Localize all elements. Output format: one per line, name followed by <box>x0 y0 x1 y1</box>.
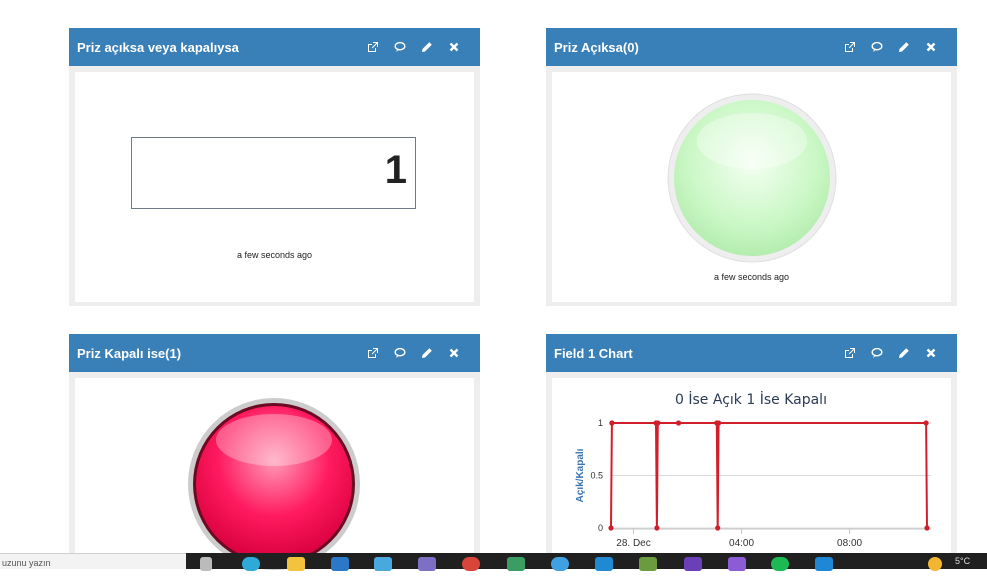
external-link-icon[interactable] <box>364 345 381 362</box>
x-tick-label: 08:00 <box>837 538 862 549</box>
widget-tools <box>364 39 462 56</box>
y-tick-label: 0.5 <box>590 471 603 481</box>
widget-body <box>75 378 474 570</box>
pencil-icon[interactable] <box>418 39 435 56</box>
y-axis-label: Açık/Kapalı <box>575 448 586 502</box>
data-point <box>609 420 615 426</box>
widget-lamp-closed: Priz Kapalı ise(1) <box>69 334 480 570</box>
close-icon[interactable] <box>445 39 462 56</box>
comment-icon[interactable] <box>391 345 408 362</box>
timestamp: a few seconds ago <box>236 250 313 260</box>
data-point <box>715 420 722 426</box>
widget-display: Priz açıksa veya kapalıysa 1 a few secon… <box>69 28 480 306</box>
lamp-indicator <box>667 93 837 263</box>
widget-header: Priz Kapalı ise(1) <box>69 334 480 372</box>
chart-title: 0 İse Açık 1 İse Kapalı <box>675 390 827 408</box>
close-icon[interactable] <box>922 39 939 56</box>
field-1-chart: 0 İse Açık 1 İse Kapalı Açık/Kapalı 0 0.5 1 2… <box>575 390 931 549</box>
widget-body: 0 İse Açık 1 İse Kapalı Açık/Kapalı 0 0.5 1 2… <box>552 378 951 569</box>
pencil-icon[interactable] <box>418 345 435 362</box>
data-point <box>655 420 661 426</box>
taskbar-search[interactable]: uzunu yazın <box>0 553 186 569</box>
widget-title: Priz Kapalı ise(1) <box>77 345 182 361</box>
widget-lamp-open: Priz Açıksa(0) a few seconds ago <box>546 28 957 306</box>
widget-header: Priz Açıksa(0) <box>546 28 957 66</box>
data-point <box>608 525 614 531</box>
external-link-icon[interactable] <box>841 39 858 56</box>
comment-icon[interactable] <box>391 39 408 56</box>
external-link-icon[interactable] <box>841 345 858 362</box>
widget-title: Field 1 Chart <box>554 345 633 361</box>
data-point <box>924 525 930 531</box>
widget-body: 1 a few seconds ago <box>75 72 474 302</box>
x-tick-label: 28. Dec <box>616 538 650 549</box>
widget-chart: Field 1 Chart 0 İse Açık 1 İse Kapalı Açı… <box>546 334 957 569</box>
pencil-icon[interactable] <box>895 39 912 56</box>
y-tick-label: 1 <box>598 418 603 428</box>
data-point <box>675 420 682 426</box>
pencil-icon[interactable] <box>895 345 912 362</box>
data-point <box>923 420 929 426</box>
widget-header: Field 1 Chart <box>546 334 957 372</box>
close-icon[interactable] <box>445 345 462 362</box>
widget-tools <box>841 345 939 362</box>
widget-tools <box>364 345 462 362</box>
lamp-indicator <box>188 398 360 570</box>
data-point <box>654 525 660 531</box>
external-link-icon[interactable] <box>364 39 381 56</box>
comment-icon[interactable] <box>868 345 885 362</box>
timestamp: a few seconds ago <box>713 272 790 282</box>
widget-tools <box>841 39 939 56</box>
data-point <box>715 525 721 531</box>
close-icon[interactable] <box>922 345 939 362</box>
widget-title: Priz Açıksa(0) <box>554 39 639 55</box>
numeric-display: 1 <box>131 137 416 209</box>
numeric-value: 1 <box>384 148 407 192</box>
weather-temp: 5°C <box>955 556 971 566</box>
widget-body: a few seconds ago <box>552 72 951 302</box>
widget-header: Priz açıksa veya kapalıysa <box>69 28 480 66</box>
widget-title: Priz açıksa veya kapalıysa <box>77 39 239 55</box>
comment-icon[interactable] <box>868 39 885 56</box>
y-tick-label: 0 <box>598 523 603 533</box>
x-tick-label: 04:00 <box>729 538 754 549</box>
